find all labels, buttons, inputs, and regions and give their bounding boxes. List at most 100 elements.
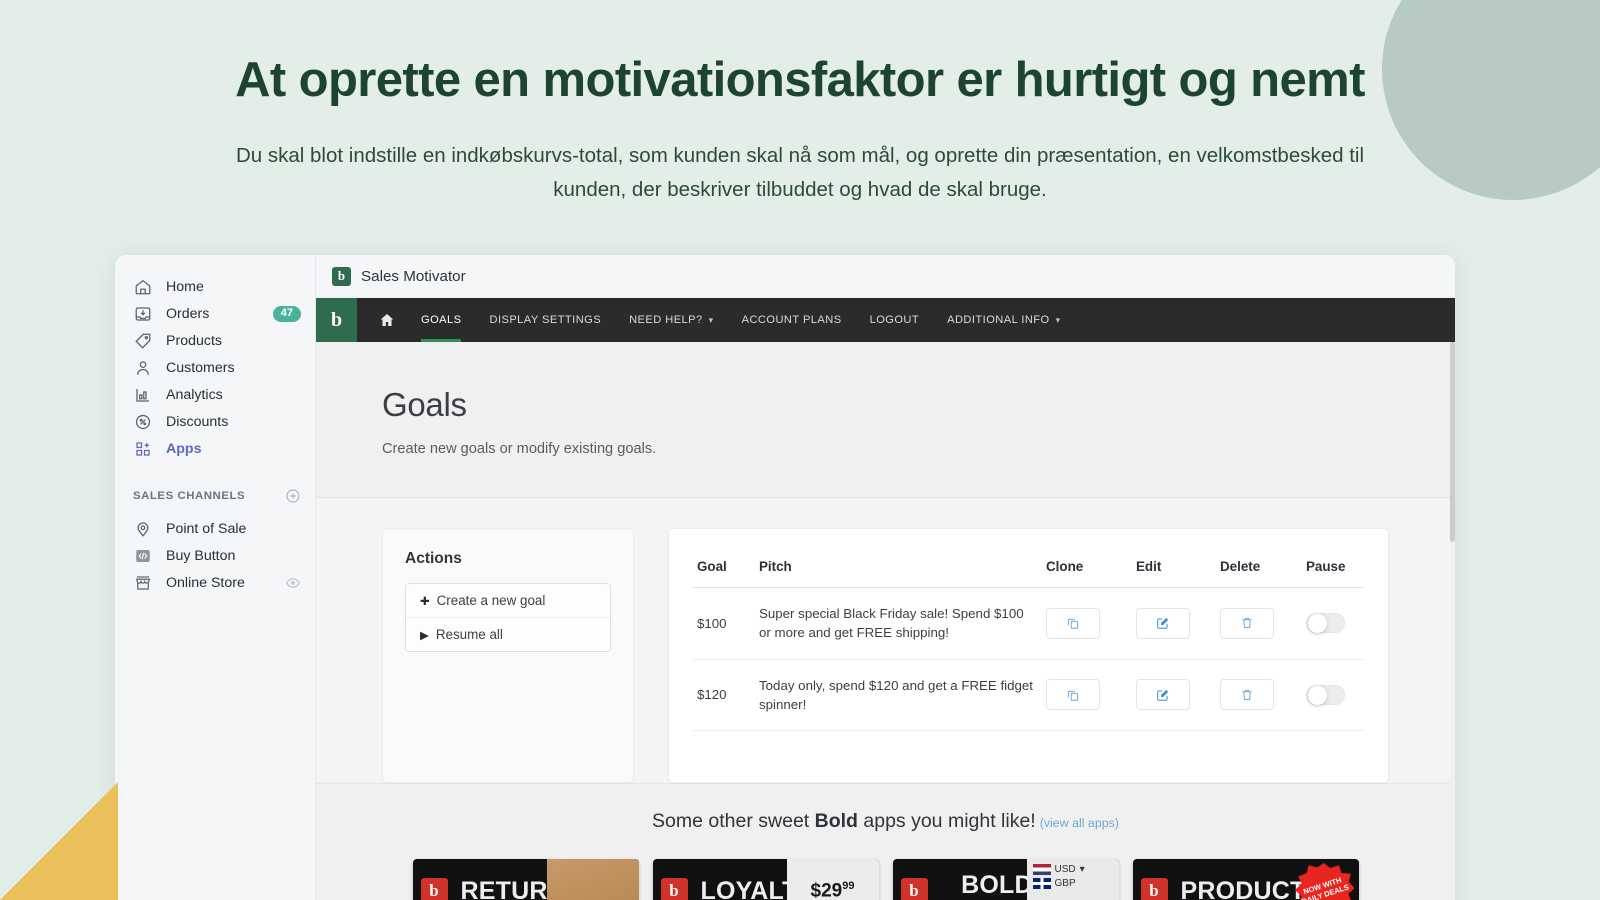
pencil-square-icon <box>1157 689 1169 701</box>
eye-icon[interactable] <box>285 575 301 591</box>
nav-item-logout[interactable]: LOGOUT <box>856 298 934 342</box>
hero-section: At oprette en motivationsfaktor er hurti… <box>0 0 1600 206</box>
products-tag-icon <box>133 331 153 351</box>
shop-sidebar: Home Orders 47 Products Customers Analyt… <box>115 255 316 900</box>
sidebar-item-discounts[interactable]: Discounts <box>115 408 315 435</box>
nav-items: GOALS DISPLAY SETTINGS NEED HELP? ▾ ACCO… <box>357 298 1075 342</box>
promo-price: 29 <box>821 880 843 900</box>
returns-box-art <box>546 859 639 900</box>
col-pause: Pause <box>1302 551 1364 588</box>
action-label: Create a new goal <box>436 593 546 608</box>
create-new-goal-button[interactable]: ✚ Create a new goal <box>406 584 610 618</box>
uk-flag-icon <box>1032 878 1051 889</box>
sidebar-item-online-store[interactable]: Online Store <box>115 569 315 596</box>
currency-gbp: GBP <box>1054 878 1076 889</box>
cell-clone <box>1042 659 1132 732</box>
copy-icon <box>1067 690 1079 701</box>
nav-item-account-plans[interactable]: ACCOUNT PLANS <box>728 298 856 342</box>
sidebar-item-home[interactable]: Home <box>115 273 315 300</box>
col-clone: Clone <box>1042 551 1132 588</box>
pause-toggle[interactable] <box>1306 613 1345 634</box>
code-brackets-icon <box>133 546 153 566</box>
delete-button[interactable] <box>1220 679 1274 711</box>
table-header-row: Goal Pitch Clone Edit Delete Pause <box>693 551 1364 588</box>
sidebar-item-orders[interactable]: Orders 47 <box>115 300 315 327</box>
goals-table-card: Goal Pitch Clone Edit Delete Pause $100 … <box>668 528 1389 783</box>
table-row: $120 Today only, spend $120 and get a FR… <box>693 659 1364 732</box>
promo-card-multi-currency[interactable]: b BOLDMULTI-CURRENCY USD ▾ GBP <box>892 859 1119 900</box>
location-pin-icon <box>133 519 153 539</box>
sidebar-item-products[interactable]: Products <box>115 327 315 354</box>
nav-item-goals[interactable]: GOALS <box>407 298 475 342</box>
delete-button[interactable] <box>1220 607 1274 639</box>
sidebar-item-point-of-sale[interactable]: Point of Sale <box>115 515 315 542</box>
bold-logo-icon: b <box>660 877 688 900</box>
actions-title: Actions <box>405 550 462 567</box>
chevron-down-icon: ▾ <box>708 314 714 325</box>
cell-pitch: Super special Black Friday sale! Spend $… <box>755 587 1042 660</box>
app-name: Sales Motivator <box>361 267 466 285</box>
sidebar-item-label: Buy Button <box>166 547 236 564</box>
cell-pause <box>1302 587 1364 660</box>
pencil-square-icon <box>1157 618 1169 630</box>
loyalty-price-art: $2999 <box>786 859 879 900</box>
nav-item-need-help[interactable]: NEED HELP? ▾ <box>615 298 728 342</box>
view-all-apps-link[interactable]: (view all apps) <box>1040 816 1119 830</box>
sidebar-item-label: Online Store <box>166 574 245 591</box>
nav-item-label: ACCOUNT PLANS <box>741 314 842 326</box>
col-goal: Goal <box>693 551 755 588</box>
promo-card-returns[interactable]: b RETURNS <box>412 859 639 900</box>
promo-card-name: BOLD <box>961 870 1033 899</box>
clone-button[interactable] <box>1046 607 1100 639</box>
orders-badge: 47 <box>272 305 301 322</box>
promo-brand: Bold <box>814 810 858 832</box>
orders-icon <box>133 304 153 324</box>
sidebar-item-analytics[interactable]: Analytics <box>115 381 315 408</box>
nav-brand-logo-icon[interactable]: b <box>316 298 357 342</box>
sidebar-item-label: Discounts <box>166 413 229 430</box>
actions-panel: Actions ✚ Create a new goal ▶ Resume all <box>382 528 634 783</box>
nav-item-label: ADDITIONAL INFO <box>947 314 1050 326</box>
currency-usd: USD <box>1054 864 1076 875</box>
nav-item-label: DISPLAY SETTINGS <box>489 314 602 326</box>
pause-toggle[interactable] <box>1306 684 1345 705</box>
resume-all-button[interactable]: ▶ Resume all <box>406 618 610 651</box>
app-content: Goals Create new goals or modify existin… <box>316 342 1455 900</box>
cell-delete <box>1216 659 1302 732</box>
sidebar-item-label: Customers <box>166 359 235 376</box>
nav-item-additional-info[interactable]: ADDITIONAL INFO ▾ <box>933 298 1074 342</box>
vertical-scrollbar[interactable] <box>1450 342 1455 900</box>
edit-button[interactable] <box>1136 607 1190 639</box>
sidebar-item-customers[interactable]: Customers <box>115 354 315 381</box>
cell-pause <box>1302 659 1364 732</box>
nav-item-label: LOGOUT <box>869 314 920 326</box>
sidebar-item-label: Products <box>166 332 222 349</box>
apps-grid-plus-icon <box>133 439 153 459</box>
sidebar-item-label: Analytics <box>166 386 223 403</box>
sidebar-item-apps[interactable]: Apps <box>115 435 315 462</box>
cell-goal: $120 <box>693 659 755 732</box>
promo-card-loyalty[interactable]: b LOYALTY $2999 <box>652 859 879 900</box>
nav-item-display-settings[interactable]: DISPLAY SETTINGS <box>475 298 615 342</box>
promo-price-cents: 99 <box>842 879 855 892</box>
edit-button[interactable] <box>1136 679 1190 711</box>
clone-button[interactable] <box>1046 679 1100 711</box>
col-edit: Edit <box>1132 551 1216 588</box>
promo-card-title: PRODUCT <box>1180 876 1306 900</box>
cell-goal: $100 <box>693 587 755 660</box>
sidebar-section-sales-channels: SALES CHANNELS <box>115 488 315 504</box>
apps-promo-title: Some other sweet Bold apps you might lik… <box>316 810 1455 833</box>
play-icon: ▶ <box>420 629 429 642</box>
promo-suffix: apps you might like! <box>857 810 1036 832</box>
sidebar-item-buy-button[interactable]: Buy Button <box>115 542 315 569</box>
plus-circle-icon[interactable] <box>285 488 301 504</box>
discounts-percent-icon <box>133 412 153 432</box>
decorative-triangle <box>0 782 118 900</box>
promo-starburst-badge: NOW WITH DAILY DEALS <box>1294 863 1355 900</box>
nav-item-label: GOALS <box>421 314 462 326</box>
section-label: SALES CHANNELS <box>133 490 246 502</box>
cell-clone <box>1042 587 1132 660</box>
nav-home-button[interactable] <box>367 298 407 342</box>
promo-card-product[interactable]: b PRODUCT NOW WITH DAILY DEALS <box>1132 859 1359 900</box>
currency-dropdown-art: USD ▾ GBP <box>1026 859 1119 900</box>
